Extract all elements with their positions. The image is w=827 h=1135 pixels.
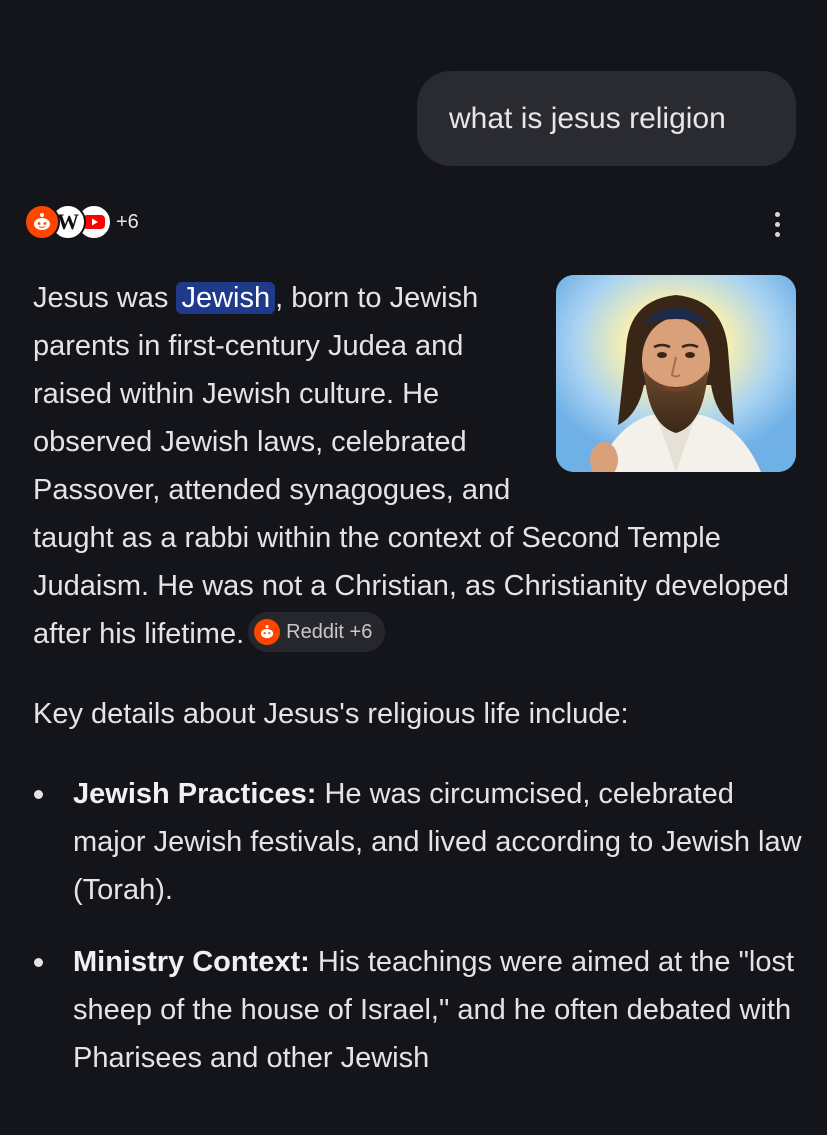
ai-answer: Jesus was Jewish, born to Jewish parents… [33, 274, 803, 1106]
sources-more-count: +6 [116, 210, 139, 233]
key-details-intro: Key details about Jesus's religious life… [33, 698, 629, 730]
sources-row[interactable]: W +6 [24, 200, 139, 244]
highlighted-term-jewish[interactable]: Jewish [176, 282, 276, 314]
list-item: Ministry Context: His teachings were aim… [33, 938, 803, 1082]
user-query-text: what is jesus religion [449, 101, 726, 135]
answer-text-start: Jesus was [33, 282, 177, 314]
bullet-title: Jewish Practices: [73, 778, 317, 810]
jesus-portrait-image[interactable] [556, 275, 796, 472]
list-item: Jewish Practices: He was circumcised, ce… [33, 770, 803, 914]
user-query-bubble: what is jesus religion [417, 71, 796, 166]
citation-chip[interactable]: Reddit +6 [248, 612, 386, 653]
bullet-title: Ministry Context: [73, 946, 310, 978]
reddit-icon [254, 619, 281, 646]
key-details-list: Jewish Practices: He was circumcised, ce… [33, 770, 803, 1082]
citation-chip-label: Reddit +6 [286, 621, 373, 644]
reddit-icon [24, 204, 60, 240]
more-options-icon[interactable] [762, 204, 792, 244]
